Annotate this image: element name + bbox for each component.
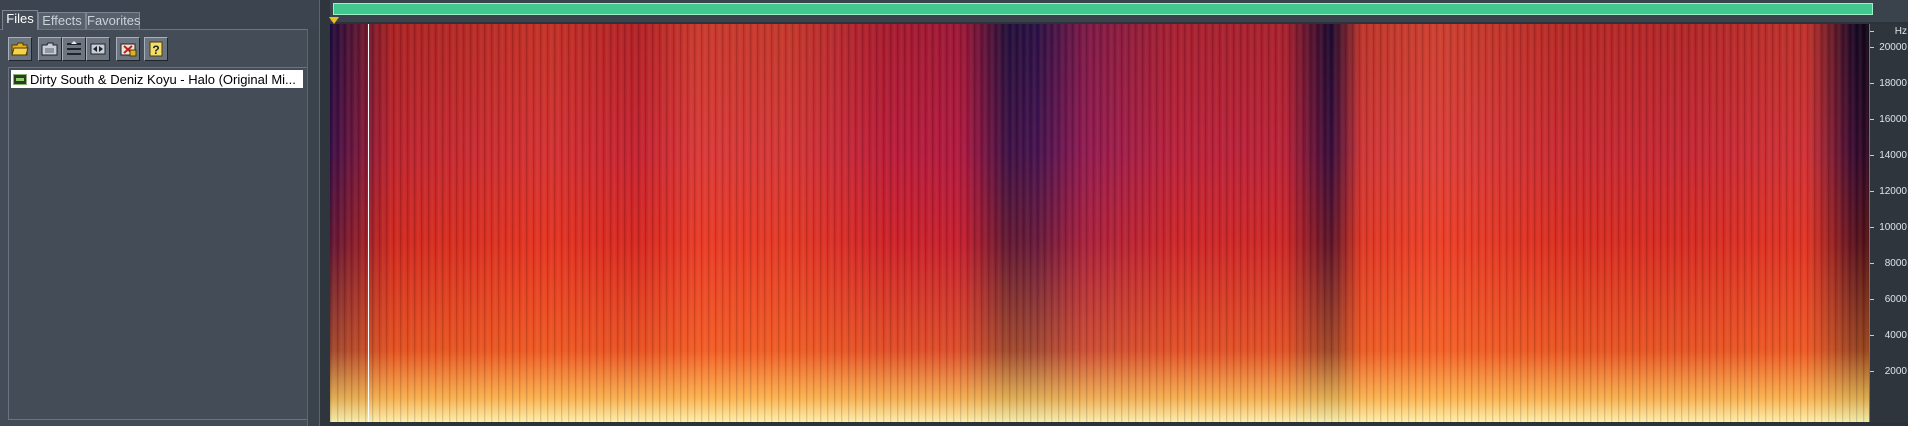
folder-open-icon (11, 42, 29, 56)
axis-tick: 10000 (1870, 222, 1908, 233)
files-toolbar: ? (0, 30, 319, 66)
playhead-marker-icon[interactable] (329, 17, 339, 24)
panel-splitter[interactable] (319, 0, 330, 426)
list-item[interactable]: Dirty South & Deniz Koyu - Halo (Origina… (11, 70, 303, 88)
file-list: Dirty South & Deniz Koyu - Halo (Origina… (8, 67, 308, 420)
axis-tick: 18000 (1870, 78, 1908, 89)
arrows-icon (89, 41, 107, 57)
close-file-icon (119, 41, 137, 57)
frequency-axis: Hz 20000 18000 16000 14000 12000 10000 8… (1869, 24, 1908, 422)
overview-range[interactable] (333, 3, 1873, 15)
axis-tick: 2000 (1870, 366, 1908, 377)
axis-tick: 4000 (1870, 330, 1908, 341)
panel-tabs: Files Effects Favorites (0, 0, 319, 30)
tab-favorites[interactable]: Favorites (86, 12, 140, 29)
sort-list-button[interactable] (62, 37, 86, 61)
tab-files[interactable]: Files (2, 10, 38, 30)
help-button[interactable]: ? (144, 37, 168, 61)
axis-tick: 20000 (1870, 42, 1908, 53)
import-folder-button[interactable] (38, 37, 62, 61)
axis-tick: 14000 (1870, 150, 1908, 161)
tab-effects[interactable]: Effects (38, 12, 86, 29)
question-icon: ? (147, 41, 165, 57)
spectrogram-view[interactable] (330, 24, 1869, 422)
list-icon (65, 41, 83, 57)
svg-text:?: ? (152, 43, 159, 57)
audio-file-icon (13, 73, 27, 85)
folder-icon (41, 42, 59, 56)
axis-tick: 12000 (1870, 186, 1908, 197)
axis-unit: Hz (1870, 26, 1908, 37)
files-panel: Files Effects Favorites ? Dirty South & … (0, 0, 320, 426)
file-name: Dirty South & Deniz Koyu - Halo (Origina… (30, 71, 296, 87)
fit-view-button[interactable] (86, 37, 110, 61)
axis-tick: 6000 (1870, 294, 1908, 305)
open-file-button[interactable] (8, 37, 32, 61)
axis-tick: 16000 (1870, 114, 1908, 125)
overview-bar (330, 0, 1908, 22)
playback-cursor[interactable] (368, 24, 369, 422)
close-file-button[interactable] (116, 37, 140, 61)
axis-tick: 8000 (1870, 258, 1908, 269)
